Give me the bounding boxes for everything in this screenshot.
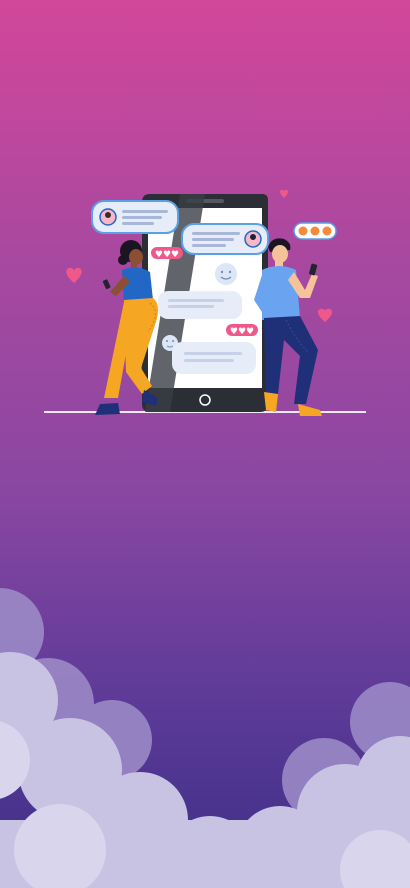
svg-text:♥♥♥: ♥♥♥ [230, 327, 254, 337]
chat-bubble-bottom [172, 342, 256, 374]
heart-reaction-badge-2: ♥♥♥ [226, 324, 258, 337]
chat-bubble-right [181, 223, 269, 255]
clouds [0, 588, 410, 888]
chat-bubble-left-outer [91, 200, 179, 234]
heart-icon [317, 308, 333, 322]
woman-phone-icon [102, 279, 111, 290]
emoji-icon [215, 263, 237, 285]
splash-screen: ♥♥♥ ♥♥♥ [0, 0, 410, 888]
chat-illustration: ♥♥♥ ♥♥♥ [0, 189, 410, 888]
heart-icon [280, 189, 288, 198]
emoji-reactions-bubble [293, 222, 337, 240]
heart-reaction-badge: ♥♥♥ [151, 247, 183, 260]
svg-text:♥♥♥: ♥♥♥ [155, 250, 179, 260]
heart-icon [66, 267, 82, 283]
man-phone-icon [309, 263, 318, 276]
